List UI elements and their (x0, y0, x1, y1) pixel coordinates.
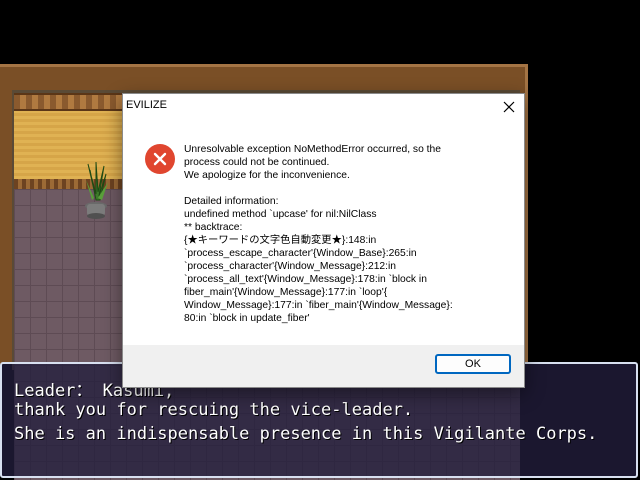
detail-line: undefined method `upcase' for nil:NilCla… (184, 209, 377, 220)
detail-line: 80:in `block in update_fiber' (184, 313, 310, 324)
potted-plant (85, 161, 108, 219)
detail-line: ** backtrace: (184, 222, 243, 233)
detail-line: `process_all_text'{Window_Message}:178:i… (184, 274, 427, 285)
dialog-title-bar[interactable]: EVILIZE (123, 94, 524, 120)
message-line: She is an indispensable presence in this… (14, 424, 598, 444)
error-message-line: We apologize for the inconvenience. (184, 170, 350, 181)
message-line: thank you for rescuing the vice-leader. (14, 400, 414, 420)
error-message-line: Unresolvable exception NoMethodError occ… (184, 144, 441, 155)
ok-button[interactable]: OK (435, 354, 511, 374)
dialog-title: EVILIZE (126, 99, 167, 111)
dialog-button-area: OK (123, 345, 524, 387)
detail-line: Window_Message}:177:in `fiber_main'{Wind… (184, 300, 453, 311)
error-icon (145, 144, 175, 174)
detail-line: `process_escape_character'{Window_Base}:… (184, 248, 417, 259)
detail-line: Detailed information: (184, 196, 279, 207)
detail-line: fiber_main'{Window_Message}:177:in `loop… (184, 287, 388, 298)
detail-line: `process_character'{Window_Message}:212:… (184, 261, 397, 272)
error-dialog: EVILIZE Unresolvable exception NoMethodE… (122, 93, 525, 388)
detail-line: {★キーワードの文字色自動変更★}:148:in (184, 235, 377, 246)
close-button[interactable] (496, 95, 522, 119)
close-icon (503, 101, 515, 113)
error-message-line: process could not be continued. (184, 157, 330, 168)
